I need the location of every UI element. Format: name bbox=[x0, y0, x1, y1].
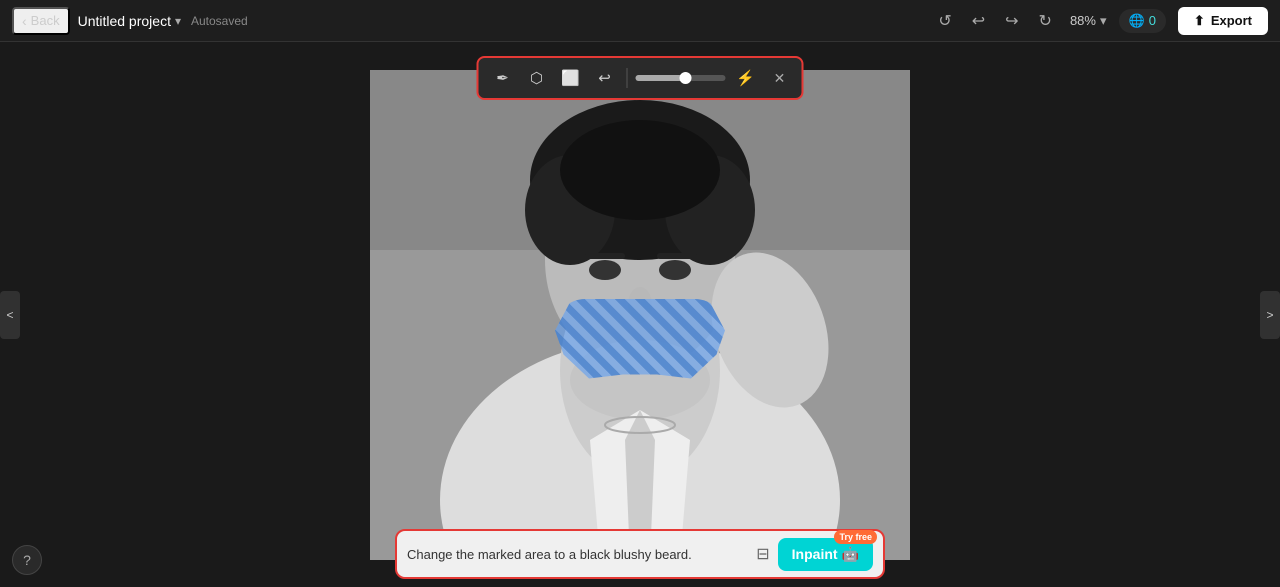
help-button[interactable]: ? bbox=[12, 545, 42, 575]
image-canvas[interactable] bbox=[370, 70, 910, 560]
refresh-icon[interactable]: ↻ bbox=[1033, 7, 1058, 35]
app-header: ‹ Back Untitled project ▾ Autosaved ↺ ↩ … bbox=[0, 0, 1280, 42]
canvas-area: < ✒ ⬡ ⬜ ↩ ⚡ ✕ bbox=[0, 42, 1280, 587]
back-button[interactable]: ‹ Back bbox=[12, 7, 70, 35]
credits-value: 0 bbox=[1149, 13, 1156, 28]
prompt-settings-icon[interactable]: ⊟ bbox=[756, 544, 769, 564]
undo-icon[interactable]: ↩ bbox=[966, 7, 991, 35]
brush-size-slider[interactable] bbox=[636, 75, 726, 81]
globe-icon: 🌐 bbox=[1129, 13, 1145, 29]
zoom-value: 88% bbox=[1070, 13, 1096, 28]
autosaved-status: Autosaved bbox=[191, 14, 248, 28]
toolbar-close-button[interactable]: ✕ bbox=[768, 66, 792, 90]
credits-area: 🌐 0 bbox=[1119, 9, 1166, 33]
inpaint-button[interactable]: Inpaint 🤖 Try free bbox=[778, 538, 873, 571]
undo-redo-group: ↺ ↩ ↪ ↻ bbox=[932, 7, 1058, 35]
left-chevron-icon: < bbox=[6, 308, 13, 322]
back-arrow-icon: ‹ bbox=[22, 13, 27, 29]
chevron-down-icon[interactable]: ▾ bbox=[175, 14, 181, 28]
back-label: Back bbox=[31, 13, 60, 28]
prompt-bar: Change the marked area to a black blushy… bbox=[395, 529, 885, 579]
header-right: ↺ ↩ ↪ ↻ 88% ▾ 🌐 0 ⬆ Export bbox=[932, 7, 1268, 35]
redo-icon[interactable]: ↪ bbox=[999, 7, 1024, 35]
right-chevron-icon: > bbox=[1266, 308, 1273, 322]
slider-thumb bbox=[679, 72, 691, 84]
undo-step-button[interactable]: ↩ bbox=[591, 64, 619, 92]
inpaint-icon: 🤖 bbox=[842, 546, 859, 563]
brush-tool-button[interactable]: ✒ bbox=[489, 64, 517, 92]
zoom-area: 88% ▾ bbox=[1070, 13, 1107, 29]
inpaint-label: Inpaint bbox=[792, 546, 838, 562]
export-label: Export bbox=[1211, 13, 1252, 28]
eraser-tool-button[interactable]: ⬜ bbox=[557, 64, 585, 92]
try-free-badge: Try free bbox=[834, 530, 877, 544]
floating-toolbar: ✒ ⬡ ⬜ ↩ ⚡ ✕ bbox=[477, 56, 804, 100]
rotate-icon[interactable]: ↺ bbox=[932, 7, 957, 35]
help-icon: ? bbox=[23, 552, 31, 568]
prompt-text: Change the marked area to a black blushy… bbox=[407, 547, 748, 562]
left-arrow-button[interactable]: < bbox=[0, 291, 20, 339]
export-button[interactable]: ⬆ Export bbox=[1178, 7, 1268, 35]
right-arrow-button[interactable]: > bbox=[1260, 291, 1280, 339]
export-arrow-icon: ⬆ bbox=[1194, 13, 1205, 29]
zoom-chevron-icon[interactable]: ▾ bbox=[1100, 13, 1107, 29]
magic-wand-icon[interactable]: ⚡ bbox=[732, 64, 760, 92]
project-name: Untitled project bbox=[78, 13, 171, 29]
slider-fill bbox=[636, 75, 686, 81]
lasso-tool-button[interactable]: ⬡ bbox=[523, 64, 551, 92]
mask-overlay bbox=[555, 299, 725, 379]
toolbar-divider bbox=[627, 68, 628, 88]
project-name-area: Untitled project ▾ bbox=[78, 13, 181, 29]
